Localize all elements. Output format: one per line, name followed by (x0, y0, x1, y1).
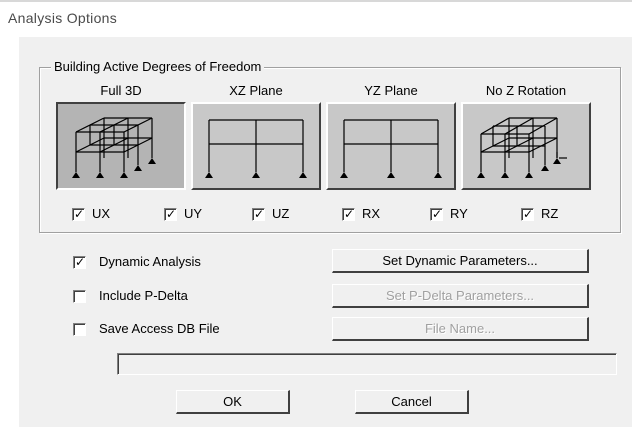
rz-label: RZ (541, 206, 559, 221)
analysis-options-dialog: Building Active Degrees of Freedom Full … (18, 36, 632, 427)
file-path-field[interactable] (117, 353, 617, 375)
plane-label-yz: YZ Plane (364, 83, 418, 98)
include-p-delta-checkbox[interactable] (73, 290, 86, 303)
check-mark-icon: ✓ (523, 207, 534, 221)
save-access-db-label: Save Access DB File (99, 321, 220, 336)
check-mark-icon: ✓ (75, 255, 86, 269)
include-p-delta-label: Include P-Delta (99, 288, 188, 303)
yz-plane-frame-icon (340, 119, 442, 178)
check-mark-icon: ✓ (254, 207, 265, 221)
no-z-rotation-button[interactable] (461, 102, 591, 190)
save-access-db-checkbox[interactable] (73, 323, 86, 336)
full-3d-button[interactable] (56, 102, 186, 190)
set-p-delta-parameters-button[interactable]: Set P-Delta Parameters... (332, 284, 589, 308)
check-mark-icon: ✓ (166, 207, 177, 221)
ux-label: UX (92, 206, 111, 221)
check-mark-icon: ✓ (344, 207, 355, 221)
dynamic-analysis-label: Dynamic Analysis (99, 254, 201, 269)
full-3d-frame-icon (72, 117, 156, 178)
no-z-rotation-frame-icon (477, 117, 567, 178)
ry-checkbox[interactable]: ✓ (430, 207, 443, 221)
plane-label-xz: XZ Plane (229, 83, 283, 98)
window-title: Analysis Options (8, 10, 118, 26)
plane-label-full-3d: Full 3D (100, 83, 142, 98)
uy-checkbox[interactable]: ✓ (164, 207, 177, 221)
uz-checkbox[interactable]: ✓ (252, 207, 265, 221)
file-name-button[interactable]: File Name... (332, 317, 589, 341)
dof-group-legend: Building Active Degrees of Freedom (51, 59, 265, 74)
ry-label: RY (450, 206, 468, 221)
ok-button[interactable]: OK (176, 390, 290, 414)
ux-checkbox[interactable]: ✓ (72, 207, 85, 221)
dynamic-analysis-checkbox[interactable]: ✓ (73, 255, 86, 269)
title-bar: Analysis Options (0, 0, 632, 36)
plane-label-no-z-rotation: No Z Rotation (485, 83, 567, 98)
rx-label: RX (362, 206, 381, 221)
xz-plane-frame-icon (205, 119, 307, 178)
check-mark-icon: ✓ (74, 207, 85, 221)
check-mark-icon: ✓ (432, 207, 443, 221)
set-dynamic-parameters-button[interactable]: Set Dynamic Parameters... (332, 249, 589, 273)
cancel-button[interactable]: Cancel (355, 390, 469, 414)
xz-plane-button[interactable] (191, 102, 321, 190)
rx-checkbox[interactable]: ✓ (342, 207, 355, 221)
rz-checkbox[interactable]: ✓ (521, 207, 534, 221)
uz-label: UZ (272, 206, 290, 221)
title-divider (0, 0, 632, 2)
uy-label: UY (184, 206, 203, 221)
yz-plane-button[interactable] (326, 102, 456, 190)
